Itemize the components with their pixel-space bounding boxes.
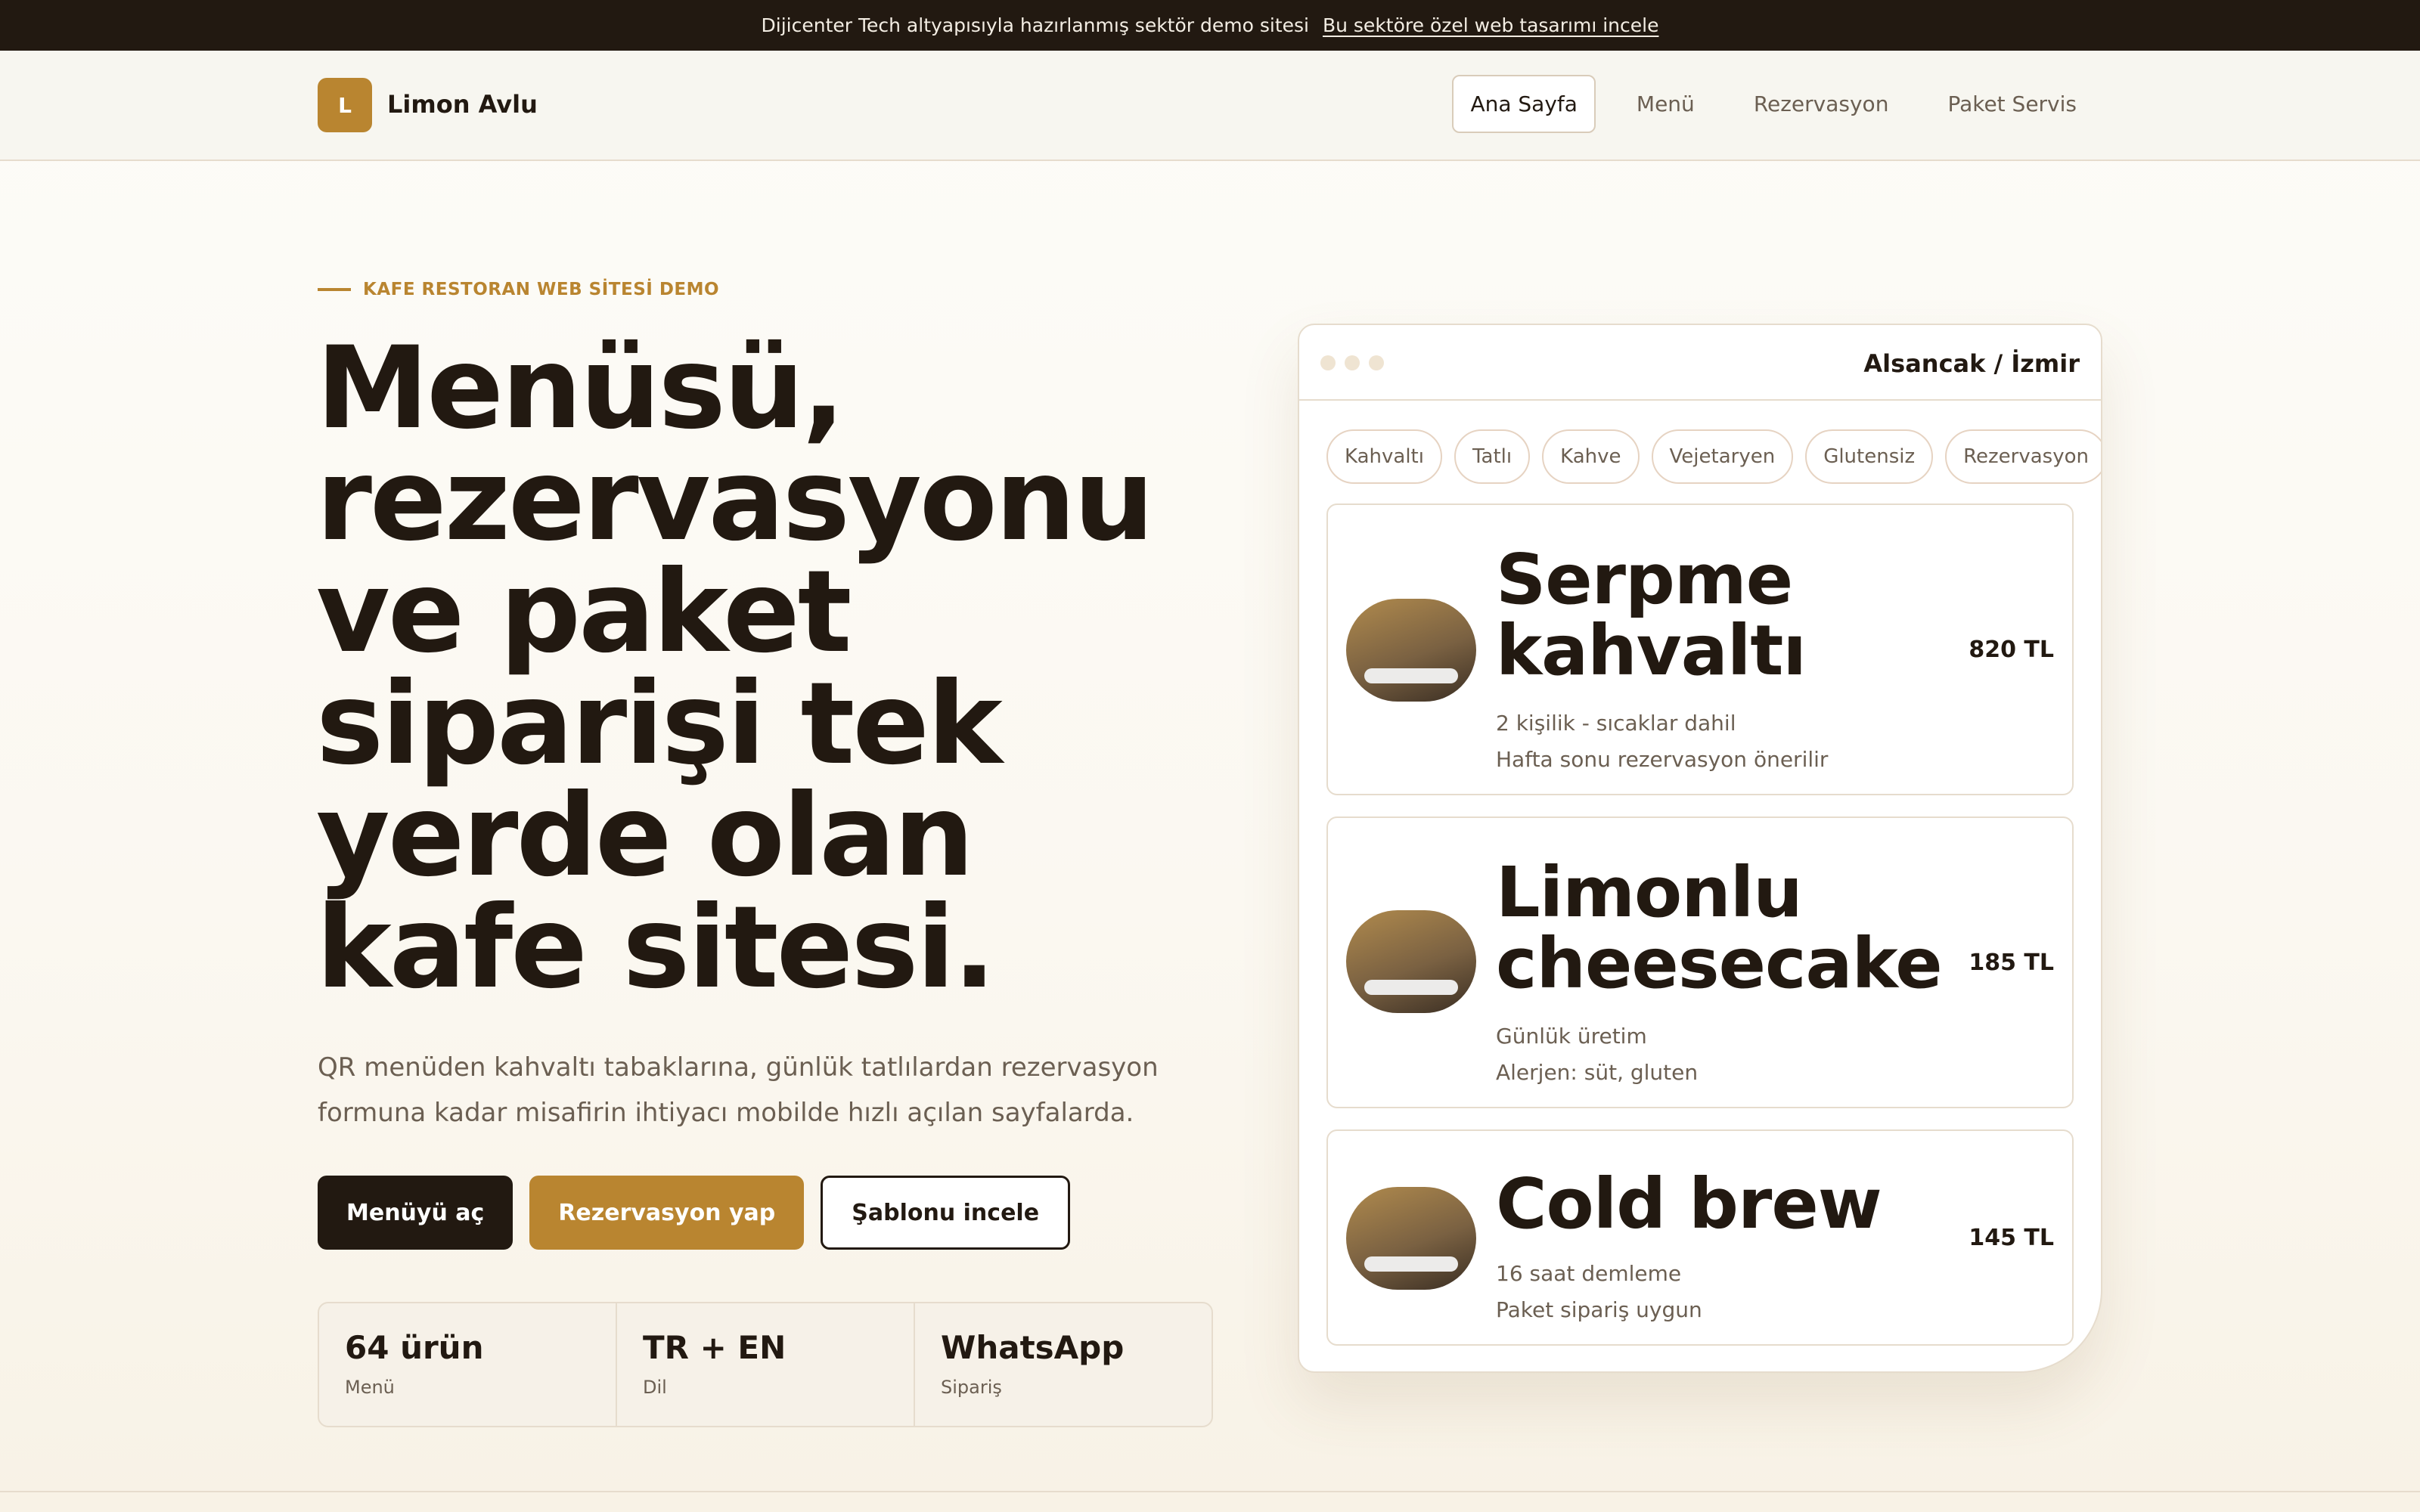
window-dots [1320,355,1384,370]
hero-title-line: ve paket [316,547,852,678]
hero-eyebrow: KAFE RESTORAN WEB SİTESİ DEMO [318,280,719,299]
stat-language: TR + EN Dil [617,1303,915,1426]
nav-reservation[interactable]: Rezervasyon [1736,75,1907,133]
nav-delivery[interactable]: Paket Servis [1929,75,2095,133]
food-thumbnail-icon [1346,599,1476,702]
chip-vegetarian[interactable]: Vejetaryen [1651,429,1794,484]
eyebrow-line [318,288,351,291]
chip-dessert[interactable]: Tatlı [1454,429,1531,484]
title-line: Serpme [1496,539,1793,620]
stat-value: TR + EN [643,1329,786,1366]
chip-coffee[interactable]: Kahve [1542,429,1640,484]
stat-products: 64 ürün Menü [319,1303,617,1426]
title-line: kahvaltı [1496,610,1807,691]
mockup-titlebar: Alsancak / İzmir [1299,325,2101,401]
stat-label: Sipariş [941,1377,1002,1398]
window-dot-icon [1369,355,1384,370]
section-divider [0,1491,2420,1492]
menu-item-title: Cold brew [1496,1169,1882,1240]
menu-item-detail: Alerjen: süt, gluten [1496,1060,1699,1085]
hero-actions: Menüyü aç Rezervasyon yap Şablonu incele [318,1176,1071,1250]
menu-item-title: Limonlu cheesecake [1496,852,1943,1004]
hero-title-line: siparişi tek [316,658,1003,790]
hero-title-line: rezervasyonu [316,435,1154,566]
stat-label: Dil [643,1377,667,1398]
open-menu-button[interactable]: Menüyü aç [318,1176,513,1250]
menu-item-detail: 2 kişilik - sıcaklar dahil [1496,711,1736,736]
view-template-button[interactable]: Şablonu incele [821,1176,1071,1250]
menu-item-detail: 16 saat demleme [1496,1261,1682,1286]
site-header: L Limon Avlu Ana Sayfa Menü Rezervasyon … [0,51,2420,161]
food-thumbnail-icon [1346,1187,1476,1290]
stat-label: Menü [345,1377,395,1398]
logo-icon[interactable]: L [318,78,372,132]
menu-item-price: 820 TL [1969,637,2054,663]
menu-item-card[interactable]: Serpme kahvaltı 2 kişilik - sıcaklar dah… [1326,503,2074,795]
announcement-link[interactable]: Bu sektöre özel web tasarımı incele [1323,14,1659,36]
hero-title-line: Menüsü, [316,323,845,454]
announcement-bar: Dijicenter Tech altyapısıyla hazırlanmış… [0,0,2420,51]
window-dot-icon [1345,355,1360,370]
chip-breakfast[interactable]: Kahvaltı [1326,429,1442,484]
menu-item-price: 185 TL [1969,950,2054,976]
chip-gluten-free[interactable]: Glutensiz [1805,429,1934,484]
brand-name[interactable]: Limon Avlu [387,90,538,119]
menu-preview-mockup: Alsancak / İzmir Kahvaltı Tatlı Kahve Ve… [1298,324,2102,1373]
menu-item-detail: Paket sipariş uygun [1496,1297,1702,1322]
window-dot-icon [1320,355,1336,370]
menu-item-card[interactable]: Cold brew 16 saat demleme Paket sipariş … [1326,1129,2074,1346]
eyebrow-text: KAFE RESTORAN WEB SİTESİ DEMO [363,280,720,299]
stat-value: WhatsApp [941,1329,1125,1366]
title-line: Limonlu [1496,852,1803,933]
menu-item-card[interactable]: Limonlu cheesecake Günlük üretim Alerjen… [1326,816,2074,1108]
category-filters: Kahvaltı Tatlı Kahve Vejetaryen Glutensi… [1326,429,2101,484]
announcement-text: Dijicenter Tech altyapısıyla hazırlanmış… [761,14,1309,36]
title-line: Cold brew [1496,1163,1882,1244]
hero-title-line: yerde olan [316,770,974,902]
hero-subtitle: QR menüden kahvaltı tabaklarına, günlük … [318,1052,1159,1128]
stat-order: WhatsApp Sipariş [915,1303,1212,1426]
food-thumbnail-icon [1346,910,1476,1013]
stats-panel: 64 ürün Menü TR + EN Dil WhatsApp Sipari… [318,1302,1213,1427]
hero-title: Menüsü, rezervasyonu ve paket siparişi t… [316,323,1224,1014]
hero-title-line: kafe sitesi. [316,882,996,1014]
main-nav: Ana Sayfa Menü Rezervasyon Paket Servis [1452,75,2095,133]
stat-value: 64 ürün [345,1329,484,1366]
nav-home[interactable]: Ana Sayfa [1452,75,1596,133]
title-line: cheesecake [1496,923,1943,1004]
menu-item-detail: Hafta sonu rezervasyon önerilir [1496,747,1829,772]
menu-item-price: 145 TL [1969,1225,2054,1251]
make-reservation-button[interactable]: Rezervasyon yap [529,1176,805,1250]
menu-item-detail: Günlük üretim [1496,1024,1647,1049]
nav-menu[interactable]: Menü [1618,75,1713,133]
menu-item-title: Serpme kahvaltı [1496,539,1807,691]
location-label: Alsancak / İzmir [1863,349,2080,378]
chip-reservation[interactable]: Rezervasyon [1945,429,2101,484]
